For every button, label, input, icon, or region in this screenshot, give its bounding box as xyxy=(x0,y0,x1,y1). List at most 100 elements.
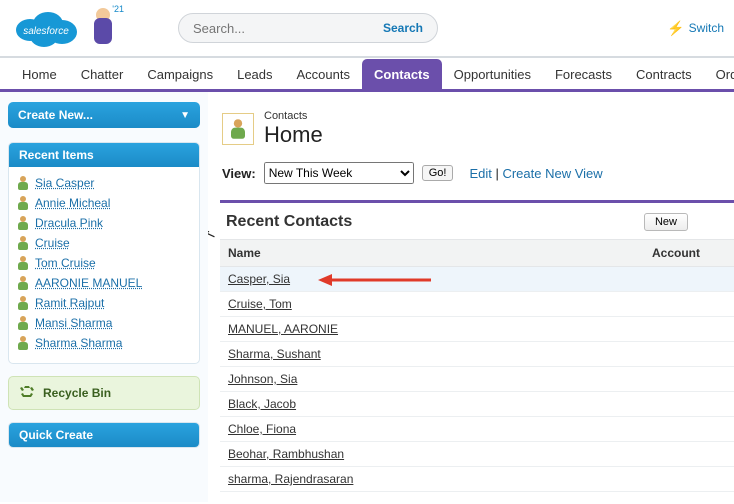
switch-label: Switch xyxy=(689,21,724,35)
contact-link[interactable]: sharma, Rajendrasaran xyxy=(228,472,353,486)
sidebar-recent-item: Cruise xyxy=(17,233,191,253)
person-icon xyxy=(17,256,29,270)
recycle-bin-label: Recycle Bin xyxy=(43,386,111,400)
person-icon xyxy=(17,176,29,190)
create-new-dropdown[interactable]: Create New... ▼ xyxy=(8,102,200,128)
tab-leads[interactable]: Leads xyxy=(225,59,284,89)
view-controls: View: New This Week Go! Edit | Create Ne… xyxy=(222,162,734,184)
table-row: Chloe, Fiona xyxy=(220,417,734,442)
tab-contacts[interactable]: Contacts xyxy=(362,59,442,89)
contact-link[interactable]: Black, Jacob xyxy=(228,397,296,411)
table-row: sharma, Rajendrasaran xyxy=(220,467,734,492)
person-icon xyxy=(17,336,29,350)
sidebar-recent-item: Tom Cruise xyxy=(17,253,191,273)
svg-text:salesforce: salesforce xyxy=(23,26,69,37)
main-layout: Create New... ▼ Recent Items Sia Casper A… xyxy=(0,92,734,502)
recent-contacts-table: Name Account Casper, Sia Cruise, Tom MANUE… xyxy=(220,239,734,492)
switch-link[interactable]: ⚡ Switch xyxy=(667,20,724,37)
lightning-icon: ⚡ xyxy=(667,20,684,37)
recent-contacts-section: Recent Contacts New Name Account Casper,… xyxy=(220,200,734,492)
table-row: Cruise, Tom xyxy=(220,292,734,317)
recent-item-link[interactable]: Mansi Sharma xyxy=(35,316,112,330)
quick-create-panel: Quick Create xyxy=(8,422,200,448)
app-header: salesforce '21 Search ⚡ Switch xyxy=(0,0,734,56)
recent-item-link[interactable]: Sia Casper xyxy=(35,176,94,190)
person-icon xyxy=(17,216,29,230)
contact-link[interactable]: Beohar, Rambhushan xyxy=(228,447,344,461)
contacts-icon xyxy=(222,113,254,145)
new-contact-button[interactable]: New xyxy=(644,213,688,231)
sidebar-recent-item: Ramit Rajput xyxy=(17,293,191,313)
chevron-down-icon: ▼ xyxy=(180,110,190,121)
person-icon xyxy=(17,316,29,330)
global-search: Search xyxy=(178,13,438,43)
sidebar: Create New... ▼ Recent Items Sia Casper A… xyxy=(0,92,208,502)
person-icon xyxy=(17,236,29,250)
recent-items-header: Recent Items xyxy=(9,143,199,167)
table-row: Johnson, Sia xyxy=(220,367,734,392)
contact-link[interactable]: Johnson, Sia xyxy=(228,372,297,386)
table-row: Beohar, Rambhushan xyxy=(220,442,734,467)
account-cell xyxy=(644,342,734,367)
recent-item-link[interactable]: Dracula Pink xyxy=(35,216,103,230)
table-row: Sharma, Sushant xyxy=(220,342,734,367)
recent-item-link[interactable]: AARONIE MANUEL xyxy=(35,276,142,290)
contact-link[interactable]: MANUEL, AARONIE xyxy=(228,322,338,336)
mascot-icon: '21 xyxy=(88,6,118,50)
contact-link[interactable]: Cruise, Tom xyxy=(228,297,292,311)
tab-orde[interactable]: Orde xyxy=(704,59,734,89)
account-cell xyxy=(644,267,734,292)
recycle-bin[interactable]: Recycle Bin xyxy=(8,376,200,410)
contact-link[interactable]: Chloe, Fiona xyxy=(228,422,296,436)
cursor-icon: ↖ xyxy=(208,225,218,245)
tab-opportunities[interactable]: Opportunities xyxy=(442,59,543,89)
sidebar-recent-item: Annie Micheal xyxy=(17,193,191,213)
sidebar-recent-item: AARONIE MANUEL xyxy=(17,273,191,293)
recent-contacts-heading: Recent Contacts xyxy=(226,213,352,231)
person-icon xyxy=(17,276,29,290)
table-row: Black, Jacob xyxy=(220,392,734,417)
search-input[interactable] xyxy=(191,20,375,37)
quick-create-header: Quick Create xyxy=(9,423,199,447)
table-row: Casper, Sia xyxy=(220,267,734,292)
salesforce-logo: salesforce xyxy=(10,4,82,52)
contact-link[interactable]: Sharma, Sushant xyxy=(228,347,321,361)
create-new-label: Create New... xyxy=(18,108,93,122)
view-label: View: xyxy=(222,166,256,181)
contact-link[interactable]: Casper, Sia xyxy=(228,272,290,286)
sidebar-recent-item: Sharma Sharma xyxy=(17,333,191,353)
recent-item-link[interactable]: Cruise xyxy=(35,236,70,250)
page-title: Home xyxy=(264,122,323,148)
create-view-link[interactable]: Create New View xyxy=(502,166,602,181)
search-button[interactable]: Search xyxy=(375,17,431,39)
mascot-badge: '21 xyxy=(112,4,124,14)
recent-items-list: Sia Casper Annie Micheal Dracula Pink Cruis… xyxy=(17,173,191,353)
go-button[interactable]: Go! xyxy=(422,165,454,181)
recent-items-panel: Recent Items Sia Casper Annie Micheal Drac… xyxy=(8,142,200,364)
account-cell xyxy=(644,392,734,417)
tab-contracts[interactable]: Contracts xyxy=(624,59,704,89)
tab-chatter[interactable]: Chatter xyxy=(69,59,136,89)
account-cell xyxy=(644,442,734,467)
breadcrumb: Contacts xyxy=(264,110,323,122)
recycle-icon xyxy=(19,385,35,401)
edit-view-link[interactable]: Edit xyxy=(469,166,491,181)
recent-item-link[interactable]: Tom Cruise xyxy=(35,256,96,270)
col-account[interactable]: Account xyxy=(644,240,734,267)
sidebar-recent-item: Sia Casper xyxy=(17,173,191,193)
recent-item-link[interactable]: Annie Micheal xyxy=(35,196,110,210)
tab-home[interactable]: Home xyxy=(10,59,69,89)
sidebar-recent-item: Dracula Pink xyxy=(17,213,191,233)
recent-item-link[interactable]: Ramit Rajput xyxy=(35,296,104,310)
page-title-row: Contacts Home xyxy=(222,110,734,148)
recent-item-link[interactable]: Sharma Sharma xyxy=(35,336,122,350)
account-cell xyxy=(644,417,734,442)
col-name[interactable]: Name xyxy=(220,240,644,267)
tab-forecasts[interactable]: Forecasts xyxy=(543,59,624,89)
view-select[interactable]: New This Week xyxy=(264,162,414,184)
tab-campaigns[interactable]: Campaigns xyxy=(135,59,225,89)
nav-tabs: HomeChatterCampaignsLeadsAccountsContact… xyxy=(0,56,734,92)
account-cell xyxy=(644,467,734,492)
tab-accounts[interactable]: Accounts xyxy=(285,59,362,89)
account-cell xyxy=(644,317,734,342)
